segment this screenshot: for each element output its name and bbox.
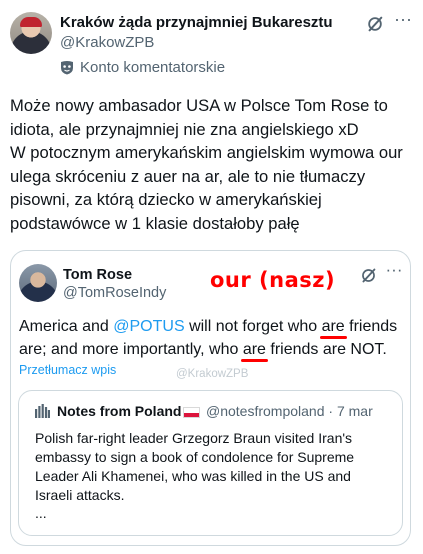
quoted-post[interactable]: Tom Rose @TomRoseIndy our (nasz) ··· Ame… bbox=[10, 250, 411, 546]
post-text: Może nowy ambasador USA w Polsce Tom Ros… bbox=[10, 96, 403, 233]
avatar-cap bbox=[20, 17, 42, 27]
nested-author-name[interactable]: Notes from Poland bbox=[57, 403, 181, 419]
grok-icon[interactable] bbox=[360, 267, 377, 284]
underlined-word: are bbox=[319, 315, 347, 339]
author-name[interactable]: Kraków żąda przynajmniej Bukaresztu bbox=[60, 14, 333, 31]
quoted-text-part: friends are NOT. bbox=[265, 341, 387, 358]
mask-icon bbox=[61, 61, 73, 75]
more-options-icon[interactable]: ··· bbox=[385, 261, 403, 282]
quoted-author-name[interactable]: Tom Rose bbox=[63, 267, 132, 283]
annotation-overlay: our (nasz) bbox=[210, 268, 336, 292]
author-avatar[interactable] bbox=[10, 12, 52, 54]
nested-author-handle[interactable]: @notesfrompoland · 7 mar bbox=[206, 403, 373, 419]
grok-icon[interactable] bbox=[366, 15, 384, 33]
notes-from-poland-logo-icon bbox=[35, 404, 50, 418]
truncation-ellipsis: ... bbox=[35, 505, 47, 521]
quoted-author-avatar[interactable] bbox=[19, 264, 57, 302]
more-options-icon[interactable]: ··· bbox=[393, 10, 413, 32]
quoted-author-handle[interactable]: @TomRoseIndy bbox=[63, 285, 166, 301]
quoted-post-text: America and @POTUS will not forget who a… bbox=[19, 315, 407, 362]
underlined-word: are bbox=[240, 338, 269, 362]
quoted-text-part: will not forget who bbox=[184, 318, 322, 335]
nested-quoted-post[interactable]: Notes from Poland @notesfrompoland · 7 m… bbox=[18, 390, 403, 536]
quoted-text-part: America and bbox=[19, 318, 114, 335]
poland-flag-icon bbox=[183, 407, 200, 418]
author-handle[interactable]: @KrakowZPB bbox=[60, 34, 154, 51]
translate-post-link[interactable]: Przetłumacz wpis bbox=[19, 363, 116, 377]
badge-label: Konto komentatorskie bbox=[80, 59, 226, 76]
account-badge[interactable]: Konto komentatorskie bbox=[60, 59, 225, 76]
post[interactable]: Kraków żąda przynajmniej Bukaresztu @Kra… bbox=[0, 0, 423, 554]
nested-post-text: Polish far-right leader Grzegorz Braun v… bbox=[35, 430, 355, 503]
mention-link[interactable]: @POTUS bbox=[113, 318, 184, 335]
watermark: @KrakowZPB bbox=[176, 368, 249, 380]
